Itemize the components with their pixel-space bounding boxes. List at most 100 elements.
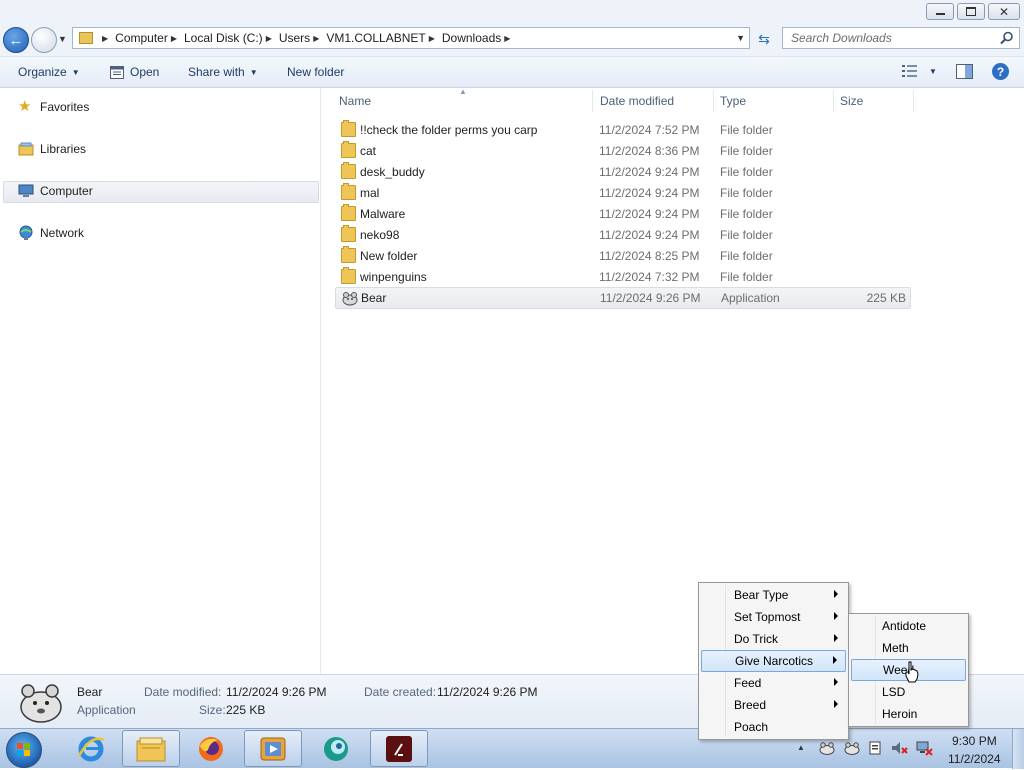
views-button[interactable]: ▼ [902,64,937,78]
help-button[interactable]: ? [992,63,1009,80]
file-row[interactable]: New folder 11/2/2024 8:25 PM File folder [335,246,911,266]
chevron-right-icon[interactable]: ▶ [504,34,510,43]
file-type: File folder [720,228,773,242]
file-row[interactable]: desk_buddy 11/2/2024 9:24 PM File folder [335,162,911,182]
submenu-item-lsd[interactable]: LSD [851,681,966,703]
action-center-icon[interactable] [867,740,883,756]
menu-item-feed[interactable]: Feed [701,672,846,694]
clock-date[interactable]: 11/2/2024 [948,752,1001,766]
start-button[interactable] [6,732,42,768]
nav-label-favorites: Favorites [40,100,90,114]
bear-tray-icon[interactable] [819,740,835,756]
column-divider[interactable] [713,90,714,112]
file-type: File folder [720,144,773,158]
chevron-down-icon[interactable]: ▼ [736,33,745,43]
file-row[interactable]: winpenguins 11/2/2024 7:32 PM File folde… [335,267,911,287]
nav-item-computer[interactable]: Computer [18,180,93,202]
menu-item-poach[interactable]: Poach [701,716,846,738]
chevron-right-icon[interactable]: ▶ [313,34,319,43]
maximize-button[interactable] [957,3,985,20]
folder-icon [341,204,356,221]
library-icon [18,142,34,156]
close-button[interactable]: ✕ [988,3,1020,20]
chevron-down-icon: ▼ [249,67,258,77]
breadcrumb-local-disk[interactable]: Local Disk (C:) [184,31,263,45]
nav-label-computer: Computer [40,184,93,198]
search-box[interactable] [782,27,1020,49]
column-header-date[interactable]: Date modified [600,94,674,108]
breadcrumb-downloads[interactable]: Downloads [442,31,501,45]
column-header-type[interactable]: Type [720,94,746,108]
menu-item-label: Do Trick [734,632,779,646]
forward-button[interactable] [31,27,57,53]
file-name: cat [360,144,377,158]
column-divider[interactable] [833,90,834,112]
address-bar[interactable]: ▶ Computer ▶ Local Disk (C:) ▶ Users ▶ V… [72,27,750,49]
menu-item-set-topmost[interactable]: Set Topmost [701,606,846,628]
file-row-selected[interactable]: Bear 11/2/2024 9:26 PM Application 225 K… [335,287,911,309]
chevron-right-icon[interactable]: ▶ [102,34,108,43]
show-desktop-button[interactable] [1012,729,1024,769]
new-folder-label: New folder [287,65,345,79]
show-hidden-icons-button[interactable]: ▲ [797,743,805,752]
menu-item-breed[interactable]: Breed [701,694,846,716]
column-header-size[interactable]: Size [840,94,863,108]
bear-tray-icon[interactable] [844,740,860,756]
column-divider[interactable] [592,90,593,112]
share-with-button[interactable]: Share with ▼ [188,65,258,79]
file-row[interactable]: !!check the folder perms you carp 11/2/2… [335,120,911,140]
menu-item-give-narcotics[interactable]: Give Narcotics [701,650,846,672]
file-date: 11/2/2024 7:32 PM [599,270,700,284]
file-type: File folder [720,270,773,284]
menu-item-do-trick[interactable]: Do Trick [701,628,846,650]
arrow-left-icon: ← [8,31,24,49]
column-divider[interactable] [913,90,914,112]
breadcrumb-users[interactable]: Users [279,31,310,45]
column-header-name[interactable]: Name [339,94,371,108]
recent-pages-button[interactable]: ▼ [58,34,67,44]
search-icon[interactable] [999,30,1015,46]
minimize-button[interactable] [926,3,954,20]
preview-pane-button[interactable] [956,64,973,79]
taskbar-terminal-app[interactable] [370,730,428,767]
refresh-button[interactable]: ⇆ [753,29,775,49]
refresh-icon: ⇆ [758,30,770,47]
breadcrumb-user[interactable]: VM1.COLLABNET [326,31,425,45]
file-row[interactable]: neko98 11/2/2024 9:24 PM File folder [335,225,911,245]
file-date: 11/2/2024 9:24 PM [599,186,700,200]
submenu-item-meth[interactable]: Meth [851,637,966,659]
bear-app-icon [342,292,358,306]
nav-item-network[interactable]: Network [18,222,84,244]
taskbar-file-explorer[interactable] [122,730,180,767]
file-row[interactable]: cat 11/2/2024 8:36 PM File folder [335,141,911,161]
back-button[interactable]: ← [3,27,29,53]
chevron-right-icon[interactable]: ▶ [266,34,272,43]
nav-item-favorites[interactable]: ★ Favorites [18,96,89,118]
new-folder-button[interactable]: New folder [287,65,344,79]
folder-icon [341,225,356,242]
submenu-arrow-icon [834,700,838,708]
file-type: File folder [720,123,773,137]
chevron-down-icon: ▼ [71,67,80,77]
chevron-right-icon[interactable]: ▶ [429,34,435,43]
file-name: !!check the folder perms you carp [360,123,538,137]
submenu-item-antidote[interactable]: Antidote [851,615,966,637]
detail-kind: Application [77,703,136,717]
search-input[interactable] [783,28,993,48]
taskbar-media-player[interactable] [244,730,302,767]
file-row[interactable]: mal 11/2/2024 9:24 PM File folder [335,183,911,203]
file-row[interactable]: Malware 11/2/2024 9:24 PM File folder [335,204,911,224]
nav-item-libraries[interactable]: Libraries [18,138,86,160]
open-button[interactable]: Open [110,65,159,79]
volume-muted-icon[interactable] [891,740,908,756]
taskbar-firefox[interactable] [182,730,240,767]
clock-time[interactable]: 9:30 PM [952,734,997,748]
breadcrumb-computer[interactable]: Computer [115,31,168,45]
menu-item-bear-type[interactable]: Bear Type [701,584,846,606]
submenu-item-heroin[interactable]: Heroin [851,703,966,725]
network-disconnected-icon[interactable] [916,740,933,756]
taskbar-chat-app[interactable] [307,730,365,767]
taskbar-internet-explorer[interactable] [62,730,120,767]
chevron-right-icon[interactable]: ▶ [171,34,177,43]
organize-button[interactable]: Organize ▼ [18,65,80,79]
